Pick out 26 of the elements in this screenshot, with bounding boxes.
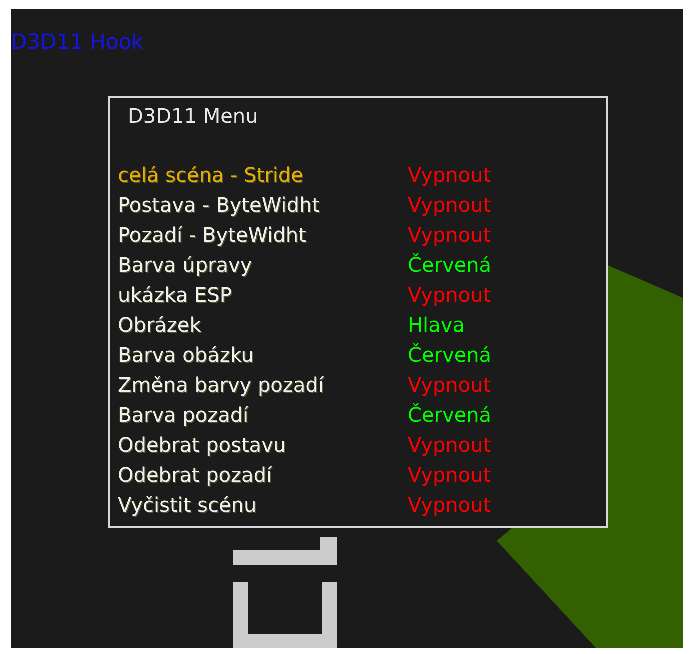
menu-title: D3D11 Menu [128, 103, 258, 130]
menu-item[interactable]: Barva pozadí [118, 402, 408, 428]
menu-item-value: Vypnout [408, 462, 492, 488]
menu-item[interactable]: Obrázek [118, 312, 408, 338]
menu-item-value: Vypnout [408, 222, 492, 248]
menu-item-value: Vypnout [408, 432, 492, 458]
menu-item-value: Vypnout [408, 372, 492, 398]
menu-item[interactable]: Barva obázku [118, 342, 408, 368]
menu-item-value: Červená [408, 402, 492, 428]
menu-item-value: Vypnout [408, 162, 492, 188]
menu-item[interactable]: Postava - ByteWidht [118, 192, 408, 218]
menu-item[interactable]: Barva úpravy [118, 252, 408, 278]
overlay-title: D3D11 Hook [11, 29, 144, 55]
menu-item-value: Červená [408, 342, 492, 368]
menu-item-value: Hlava [408, 312, 465, 338]
menu-item[interactable]: Odebrat postavu [118, 432, 408, 458]
menu-item[interactable]: Pozadí - ByteWidht [118, 222, 408, 248]
menu-item[interactable]: Změna barvy pozadí [118, 372, 408, 398]
menu-item-value: Vypnout [408, 192, 492, 218]
menu-item[interactable]: Odebrat pozadí [118, 462, 408, 488]
menu-item-value: Červená [408, 252, 492, 278]
menu-item[interactable]: celá scéna - Stride [118, 162, 408, 188]
menu-item-value: Vypnout [408, 282, 492, 308]
menu-item-value: Vypnout [408, 492, 492, 518]
menu-item[interactable]: ukázka ESP [118, 282, 408, 308]
menu-item[interactable]: Vyčistit scénu [118, 492, 408, 518]
